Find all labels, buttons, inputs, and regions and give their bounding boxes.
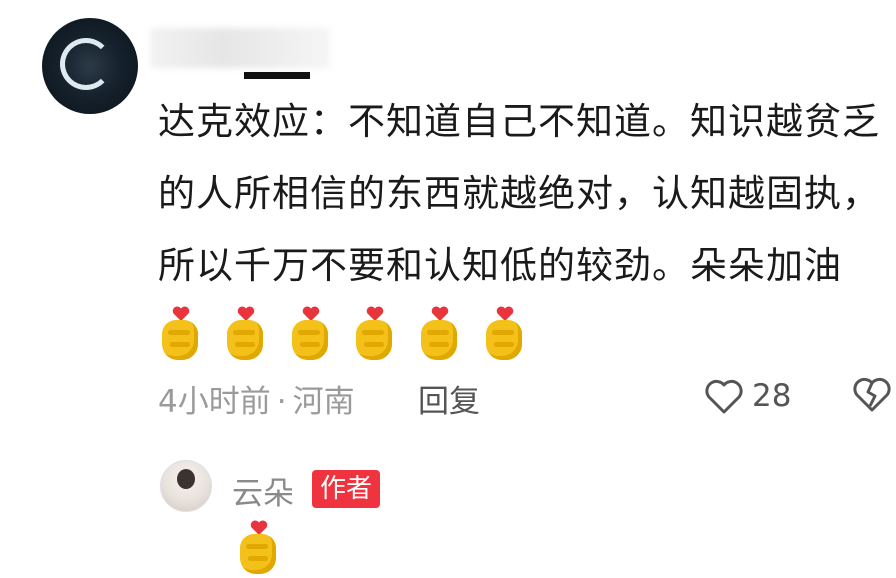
heart-hand-emoji — [158, 305, 204, 364]
comment-emojis — [158, 304, 534, 376]
broken-heart-icon — [853, 377, 891, 412]
reply-body — [236, 520, 288, 578]
heart-hand-emoji — [482, 305, 528, 364]
comment-meta: 4小时前 · 河南 — [158, 376, 355, 421]
commenter-name-redacted[interactable] — [150, 28, 330, 68]
heart-hand-emoji — [352, 305, 398, 364]
author-avatar[interactable] — [160, 460, 212, 512]
like-button[interactable]: 28 — [704, 374, 791, 418]
author-badge: 作者 — [312, 470, 381, 508]
like-count: 28 — [752, 378, 792, 414]
comment-text: 达克效应：不知道自己不知道。知识越贫乏的人所相信的东西就越绝对，认知越固执，所以… — [158, 100, 880, 287]
heart-hand-emoji — [236, 520, 282, 578]
commenter-avatar[interactable] — [42, 18, 138, 114]
comment-time: 4小时前 — [158, 384, 271, 420]
dislike-button[interactable] — [852, 374, 892, 418]
reply-button[interactable]: 回复 — [418, 376, 480, 421]
heart-hand-emoji — [223, 305, 269, 364]
avatar-logo-icon — [60, 38, 112, 90]
heart-outline-icon — [705, 379, 743, 414]
meta-separator: · — [276, 384, 287, 420]
author-name[interactable]: 云朵 — [232, 468, 294, 513]
redaction-bar — [244, 72, 310, 79]
comment-body: 达克效应：不知道自己不知道。知识越贫乏的人所相信的东西就越绝对，认知越固执，所以… — [158, 86, 888, 376]
heart-hand-emoji — [417, 305, 463, 364]
comment-location: 河南 — [292, 384, 355, 420]
heart-hand-emoji — [288, 305, 334, 364]
